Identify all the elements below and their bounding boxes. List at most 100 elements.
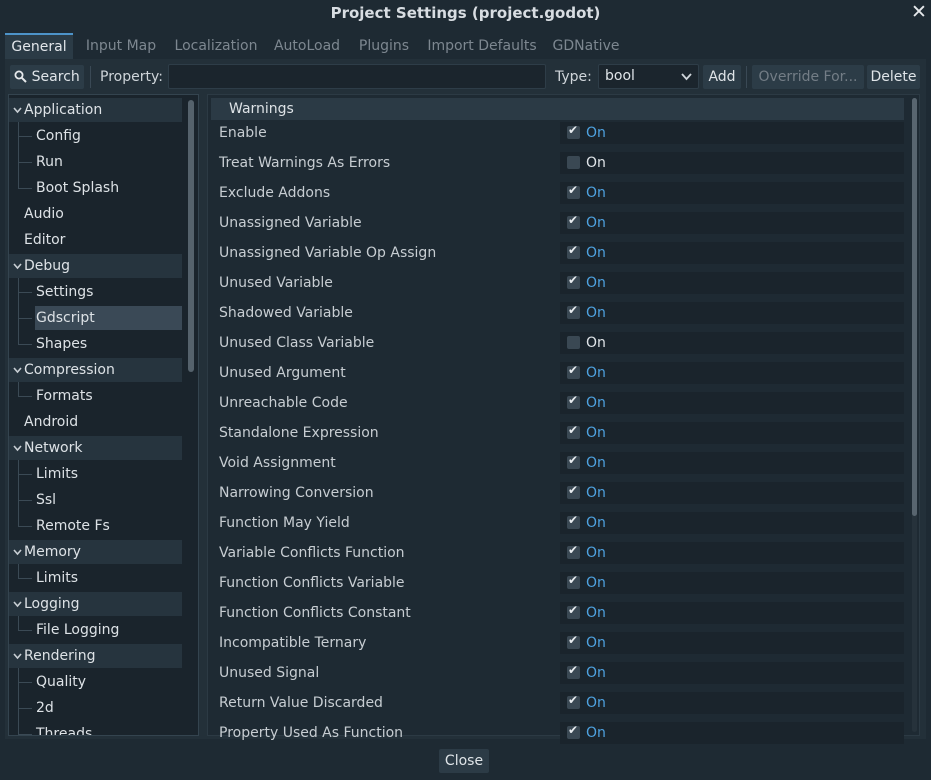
tab-import-defaults[interactable]: Import Defaults <box>422 33 542 59</box>
tab-plugins[interactable]: Plugins <box>352 33 416 59</box>
tree-scrollbar[interactable] <box>188 100 194 372</box>
tree-item[interactable]: Network <box>9 436 182 460</box>
property-value-field[interactable] <box>560 722 904 744</box>
checkbox-label: On <box>586 725 606 741</box>
checkbox[interactable] <box>567 513 580 529</box>
tree-item[interactable]: Audio <box>9 202 182 226</box>
checkbox[interactable] <box>567 336 580 349</box>
tree-item[interactable]: Editor <box>9 228 182 252</box>
property-value-field[interactable] <box>560 542 904 564</box>
checkbox[interactable] <box>567 663 580 679</box>
checkbox-label: On <box>586 425 606 441</box>
checkbox[interactable] <box>567 423 580 439</box>
tab-input-map[interactable]: Input Map <box>78 33 164 59</box>
tab-gdnative[interactable]: GDNative <box>548 33 624 59</box>
delete-button[interactable]: Delete <box>867 65 920 89</box>
property-value-field[interactable] <box>560 482 904 504</box>
checkbox[interactable] <box>567 543 580 559</box>
tree-item[interactable]: Ssl <box>9 488 182 512</box>
property-label: Unreachable Code <box>219 395 348 411</box>
checkbox-label: On <box>586 395 606 411</box>
tab-general[interactable]: General <box>5 33 73 59</box>
tree-item[interactable]: Gdscript <box>35 306 182 330</box>
checkbox[interactable] <box>567 723 580 739</box>
property-input[interactable] <box>168 64 546 89</box>
property-value-field[interactable] <box>560 602 904 624</box>
checkbox[interactable] <box>567 273 580 289</box>
property-value-field[interactable] <box>560 272 904 294</box>
tree-item-label: Compression <box>24 362 115 378</box>
tree-item[interactable]: Run <box>9 150 182 174</box>
property-value-field[interactable] <box>560 662 904 684</box>
property-value-field[interactable] <box>560 302 904 324</box>
checkbox[interactable] <box>567 693 580 709</box>
type-select[interactable]: bool <box>598 64 699 89</box>
tree-item[interactable]: Memory <box>9 540 182 564</box>
checkbox[interactable] <box>567 243 580 259</box>
tree-item[interactable]: Boot Splash <box>9 176 182 200</box>
override-for-button[interactable]: Override For... <box>752 65 864 89</box>
tree-item[interactable]: Settings <box>9 280 182 304</box>
property-value-field[interactable] <box>560 512 904 534</box>
checkbox[interactable] <box>567 603 580 619</box>
tree-item[interactable]: Shapes <box>9 332 182 356</box>
close-button[interactable]: Close <box>439 749 489 773</box>
tree-item[interactable]: 2d <box>9 696 182 720</box>
property-value-field[interactable] <box>560 692 904 714</box>
checkbox[interactable] <box>567 156 580 169</box>
tree-item[interactable]: Logging <box>9 592 182 616</box>
add-button[interactable]: Add <box>703 65 741 89</box>
property-row: Property Used As Function On <box>212 718 904 748</box>
tree-item[interactable]: Threads <box>9 722 182 735</box>
property-value-field[interactable] <box>560 152 904 174</box>
checkbox[interactable] <box>567 183 580 199</box>
checkbox-label: On <box>586 185 606 201</box>
checkbox[interactable] <box>567 303 580 319</box>
checkbox[interactable] <box>567 453 580 469</box>
property-value-field[interactable] <box>560 452 904 474</box>
checkbox-label: On <box>586 605 606 621</box>
tree-item[interactable]: Android <box>9 410 182 434</box>
property-value-field[interactable] <box>560 122 904 144</box>
tree-item[interactable]: File Logging <box>9 618 182 642</box>
tree-item[interactable]: Rendering <box>9 644 182 668</box>
property-value-field[interactable] <box>560 242 904 264</box>
search-button[interactable]: Search <box>10 65 84 89</box>
inspector-scrollbar[interactable] <box>912 98 917 516</box>
checkbox[interactable] <box>567 633 580 649</box>
tree-item[interactable]: Quality <box>9 670 182 694</box>
tree-item[interactable]: Formats <box>9 384 182 408</box>
tree-item[interactable]: Application <box>9 98 182 122</box>
tree-item[interactable]: Limits <box>9 566 182 590</box>
tree-item[interactable]: Compression <box>9 358 182 382</box>
tab-autoload[interactable]: AutoLoad <box>268 33 346 59</box>
property-value-field[interactable] <box>560 392 904 414</box>
property-value-field[interactable] <box>560 212 904 234</box>
property-value-field[interactable] <box>560 422 904 444</box>
toolbar-separator <box>746 66 747 88</box>
property-value-field[interactable] <box>560 632 904 654</box>
checkbox[interactable] <box>567 123 580 139</box>
tree-item[interactable]: Limits <box>9 462 182 486</box>
property-value-field[interactable] <box>560 182 904 204</box>
tree-item-label: 2d <box>36 700 54 716</box>
tab-localization[interactable]: Localization <box>170 33 262 59</box>
checkbox-label: On <box>586 305 606 321</box>
property-value-field[interactable] <box>560 572 904 594</box>
property-label: Unused Class Variable <box>219 335 375 351</box>
property-label: Unused Argument <box>219 365 346 381</box>
property-value-field[interactable] <box>560 332 904 354</box>
checkbox[interactable] <box>567 213 580 229</box>
close-icon[interactable]: ✕ <box>908 1 930 23</box>
tree-item[interactable]: Remote Fs <box>9 514 182 538</box>
tree-item[interactable]: Config <box>9 124 182 148</box>
property-label: Void Assignment <box>219 455 336 471</box>
section-tree[interactable]: Application Config Run Boot Splash Audio Edit… <box>8 94 199 736</box>
property-value-field[interactable] <box>560 362 904 384</box>
checkbox[interactable] <box>567 483 580 499</box>
checkbox[interactable] <box>567 363 580 379</box>
tree-guide <box>18 500 32 501</box>
checkbox[interactable] <box>567 573 580 589</box>
checkbox[interactable] <box>567 393 580 409</box>
tree-item[interactable]: Debug <box>9 254 182 278</box>
